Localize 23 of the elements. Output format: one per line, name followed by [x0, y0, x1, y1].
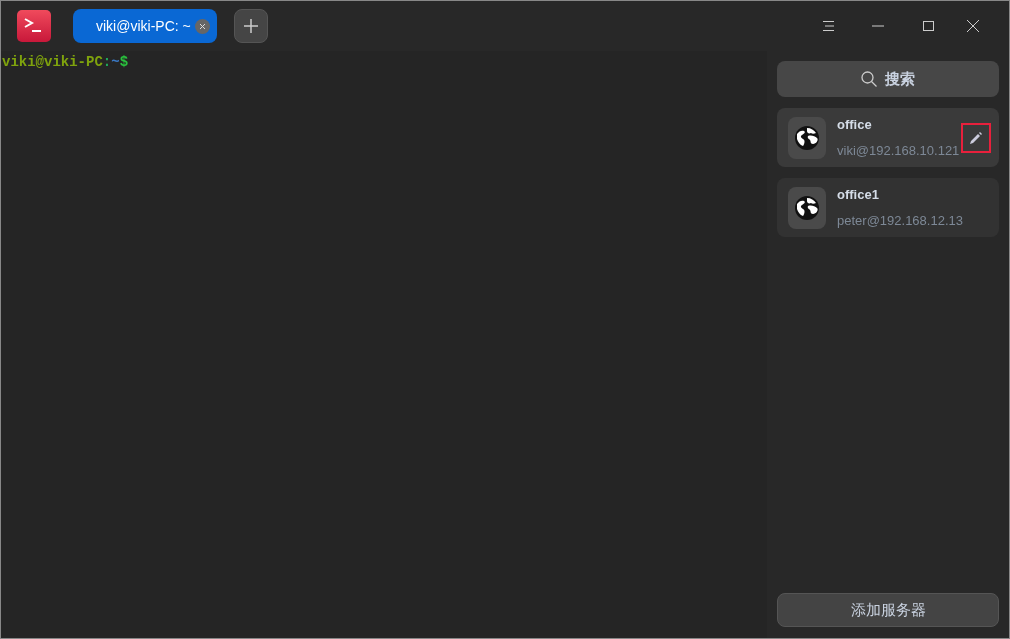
server-address: viki@192.168.10.121: [837, 141, 961, 160]
globe-icon: [794, 194, 820, 221]
prompt-text: :: [102, 53, 112, 72]
server-item[interactable]: office1 peter@192.168.12.13: [777, 178, 999, 237]
prompt-text: viki@viki-PC: [2, 53, 103, 72]
add-server-button[interactable]: 添加服务器: [777, 593, 999, 627]
tab-label: viki@viki-PC: ~: [96, 16, 191, 36]
search-button[interactable]: 搜索: [777, 61, 999, 97]
plus-icon: [244, 19, 258, 33]
terminal-tab[interactable]: viki@viki-PC: ~: [73, 9, 217, 43]
prompt-text: ~: [111, 53, 120, 72]
terminal-app-icon: [17, 10, 51, 42]
close-icon[interactable]: [194, 18, 210, 34]
prompt-text: $: [119, 53, 129, 72]
search-icon: [861, 71, 877, 87]
server-address: peter@192.168.12.13: [837, 211, 964, 230]
server-name: office: [837, 116, 873, 134]
edit-button[interactable]: [961, 122, 991, 153]
server-name: office1: [837, 186, 880, 204]
new-tab-button[interactable]: [234, 9, 268, 43]
globe-icon: [794, 124, 820, 151]
pencil-icon: [970, 131, 982, 144]
server-item[interactable]: office viki@192.168.10.121: [777, 108, 999, 167]
